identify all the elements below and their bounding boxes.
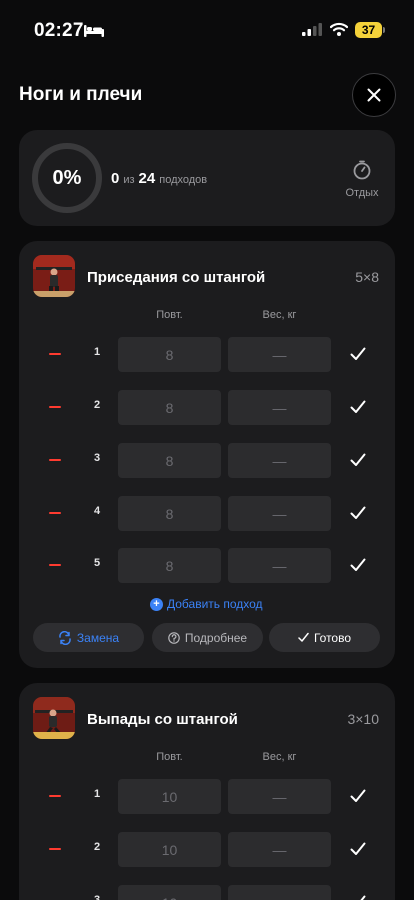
set-row: 2 10 —: [19, 832, 395, 867]
rest-timer-button[interactable]: Отдых: [339, 160, 385, 200]
reps-input[interactable]: 10: [118, 779, 221, 814]
swap-arrows-icon: [59, 630, 71, 645]
of-word: из: [123, 174, 135, 186]
set-row: 3 10 —: [19, 885, 395, 900]
exercise-name: Выпады со штангой: [87, 711, 238, 728]
sets-unit: подходов: [159, 174, 208, 186]
column-header-weight: Вес, кг: [262, 309, 297, 321]
set-row: 1 10 —: [19, 779, 395, 814]
weight-input[interactable]: —: [228, 779, 331, 814]
set-row: 5 8 —: [19, 548, 395, 583]
reps-input[interactable]: 8: [118, 390, 221, 425]
check-icon: [298, 632, 309, 642]
add-set-button[interactable]: + Добавить подход: [150, 597, 263, 611]
set-row: 1 8 —: [19, 337, 395, 372]
add-set-label: Добавить подход: [167, 597, 263, 611]
complete-set-check-icon[interactable]: [350, 894, 366, 900]
set-row: 4 8 —: [19, 496, 395, 531]
complete-set-check-icon[interactable]: [350, 841, 366, 857]
complete-set-check-icon[interactable]: [350, 452, 366, 468]
progress-percent: 0%: [52, 166, 82, 189]
weight-input[interactable]: —: [228, 443, 331, 478]
status-bar: 02:27 37: [0, 0, 414, 56]
reps-input[interactable]: 8: [118, 443, 221, 478]
progress-summary: 0 из 24 подходов: [111, 170, 207, 187]
column-header-reps: Повт.: [156, 309, 183, 321]
close-icon: [367, 88, 381, 102]
done-label: Готово: [313, 630, 352, 645]
reps-input[interactable]: 10: [118, 832, 221, 867]
exercise-thumbnail: [33, 255, 75, 297]
remove-set-button[interactable]: [49, 512, 61, 514]
done-button[interactable]: Готово: [269, 623, 380, 652]
rest-label: Отдых: [345, 187, 379, 199]
complete-set-check-icon[interactable]: [350, 788, 366, 804]
bed-icon: [84, 25, 104, 37]
set-row: 2 8 —: [19, 390, 395, 425]
set-number: 2: [93, 399, 101, 411]
column-header-reps: Повт.: [156, 751, 183, 763]
set-number: 3: [93, 452, 101, 464]
weight-input[interactable]: —: [228, 885, 331, 900]
close-button[interactable]: [352, 73, 396, 117]
remove-set-button[interactable]: [49, 795, 61, 797]
complete-set-check-icon[interactable]: [350, 399, 366, 415]
progress-card: 0% 0 из 24 подходов Отдых: [19, 130, 395, 226]
plus-circle-icon: +: [150, 597, 163, 611]
weight-input[interactable]: —: [228, 337, 331, 372]
battery-indicator: 37: [355, 22, 382, 38]
set-number: 1: [93, 346, 101, 358]
remove-set-button[interactable]: [49, 406, 61, 408]
weight-input[interactable]: —: [228, 390, 331, 425]
reps-input[interactable]: 8: [118, 548, 221, 583]
exercise-card: Приседания со штангой 5×8 Повт. Вес, кг …: [19, 241, 395, 668]
reps-input[interactable]: 8: [118, 337, 221, 372]
set-row: 3 8 —: [19, 443, 395, 478]
details-label: Подробнее: [184, 630, 248, 645]
complete-set-check-icon[interactable]: [350, 505, 366, 521]
set-number: 3: [93, 894, 101, 900]
remove-set-button[interactable]: [49, 459, 61, 461]
exercise-name: Приседания со штангой: [87, 269, 266, 286]
exercise-scheme: 5×8: [355, 269, 379, 285]
set-number: 2: [93, 841, 101, 853]
details-button[interactable]: Подробнее: [152, 623, 263, 652]
complete-set-check-icon[interactable]: [350, 346, 366, 362]
reps-input[interactable]: 10: [118, 885, 221, 900]
exercise-scheme: 3×10: [347, 711, 379, 727]
set-number: 5: [93, 557, 101, 569]
page-title: Ноги и плечи: [19, 84, 143, 105]
reps-input[interactable]: 8: [118, 496, 221, 531]
set-number: 1: [93, 788, 101, 800]
question-circle-icon: [168, 631, 180, 644]
column-header-weight: Вес, кг: [262, 751, 297, 763]
weight-input[interactable]: —: [228, 496, 331, 531]
weight-input[interactable]: —: [228, 832, 331, 867]
exercise-card: Выпады со штангой 3×10 Повт. Вес, кг 1 1…: [19, 683, 395, 900]
complete-set-check-icon[interactable]: [350, 557, 366, 573]
status-time: 02:27: [34, 20, 84, 41]
remove-set-button[interactable]: [49, 564, 61, 566]
battery-tip: [383, 27, 385, 33]
remove-set-button[interactable]: [49, 353, 61, 355]
remove-set-button[interactable]: [49, 848, 61, 850]
cellular-signal-icon: [302, 23, 322, 36]
wifi-icon: [330, 22, 348, 36]
exercise-thumbnail: [33, 697, 75, 739]
timer-icon: [353, 160, 371, 180]
swap-label: Замена: [76, 630, 120, 645]
set-number: 4: [93, 505, 101, 517]
swap-exercise-button[interactable]: Замена: [33, 623, 144, 652]
sets-total: 24: [138, 170, 156, 187]
sets-done: 0: [111, 170, 120, 187]
weight-input[interactable]: —: [228, 548, 331, 583]
